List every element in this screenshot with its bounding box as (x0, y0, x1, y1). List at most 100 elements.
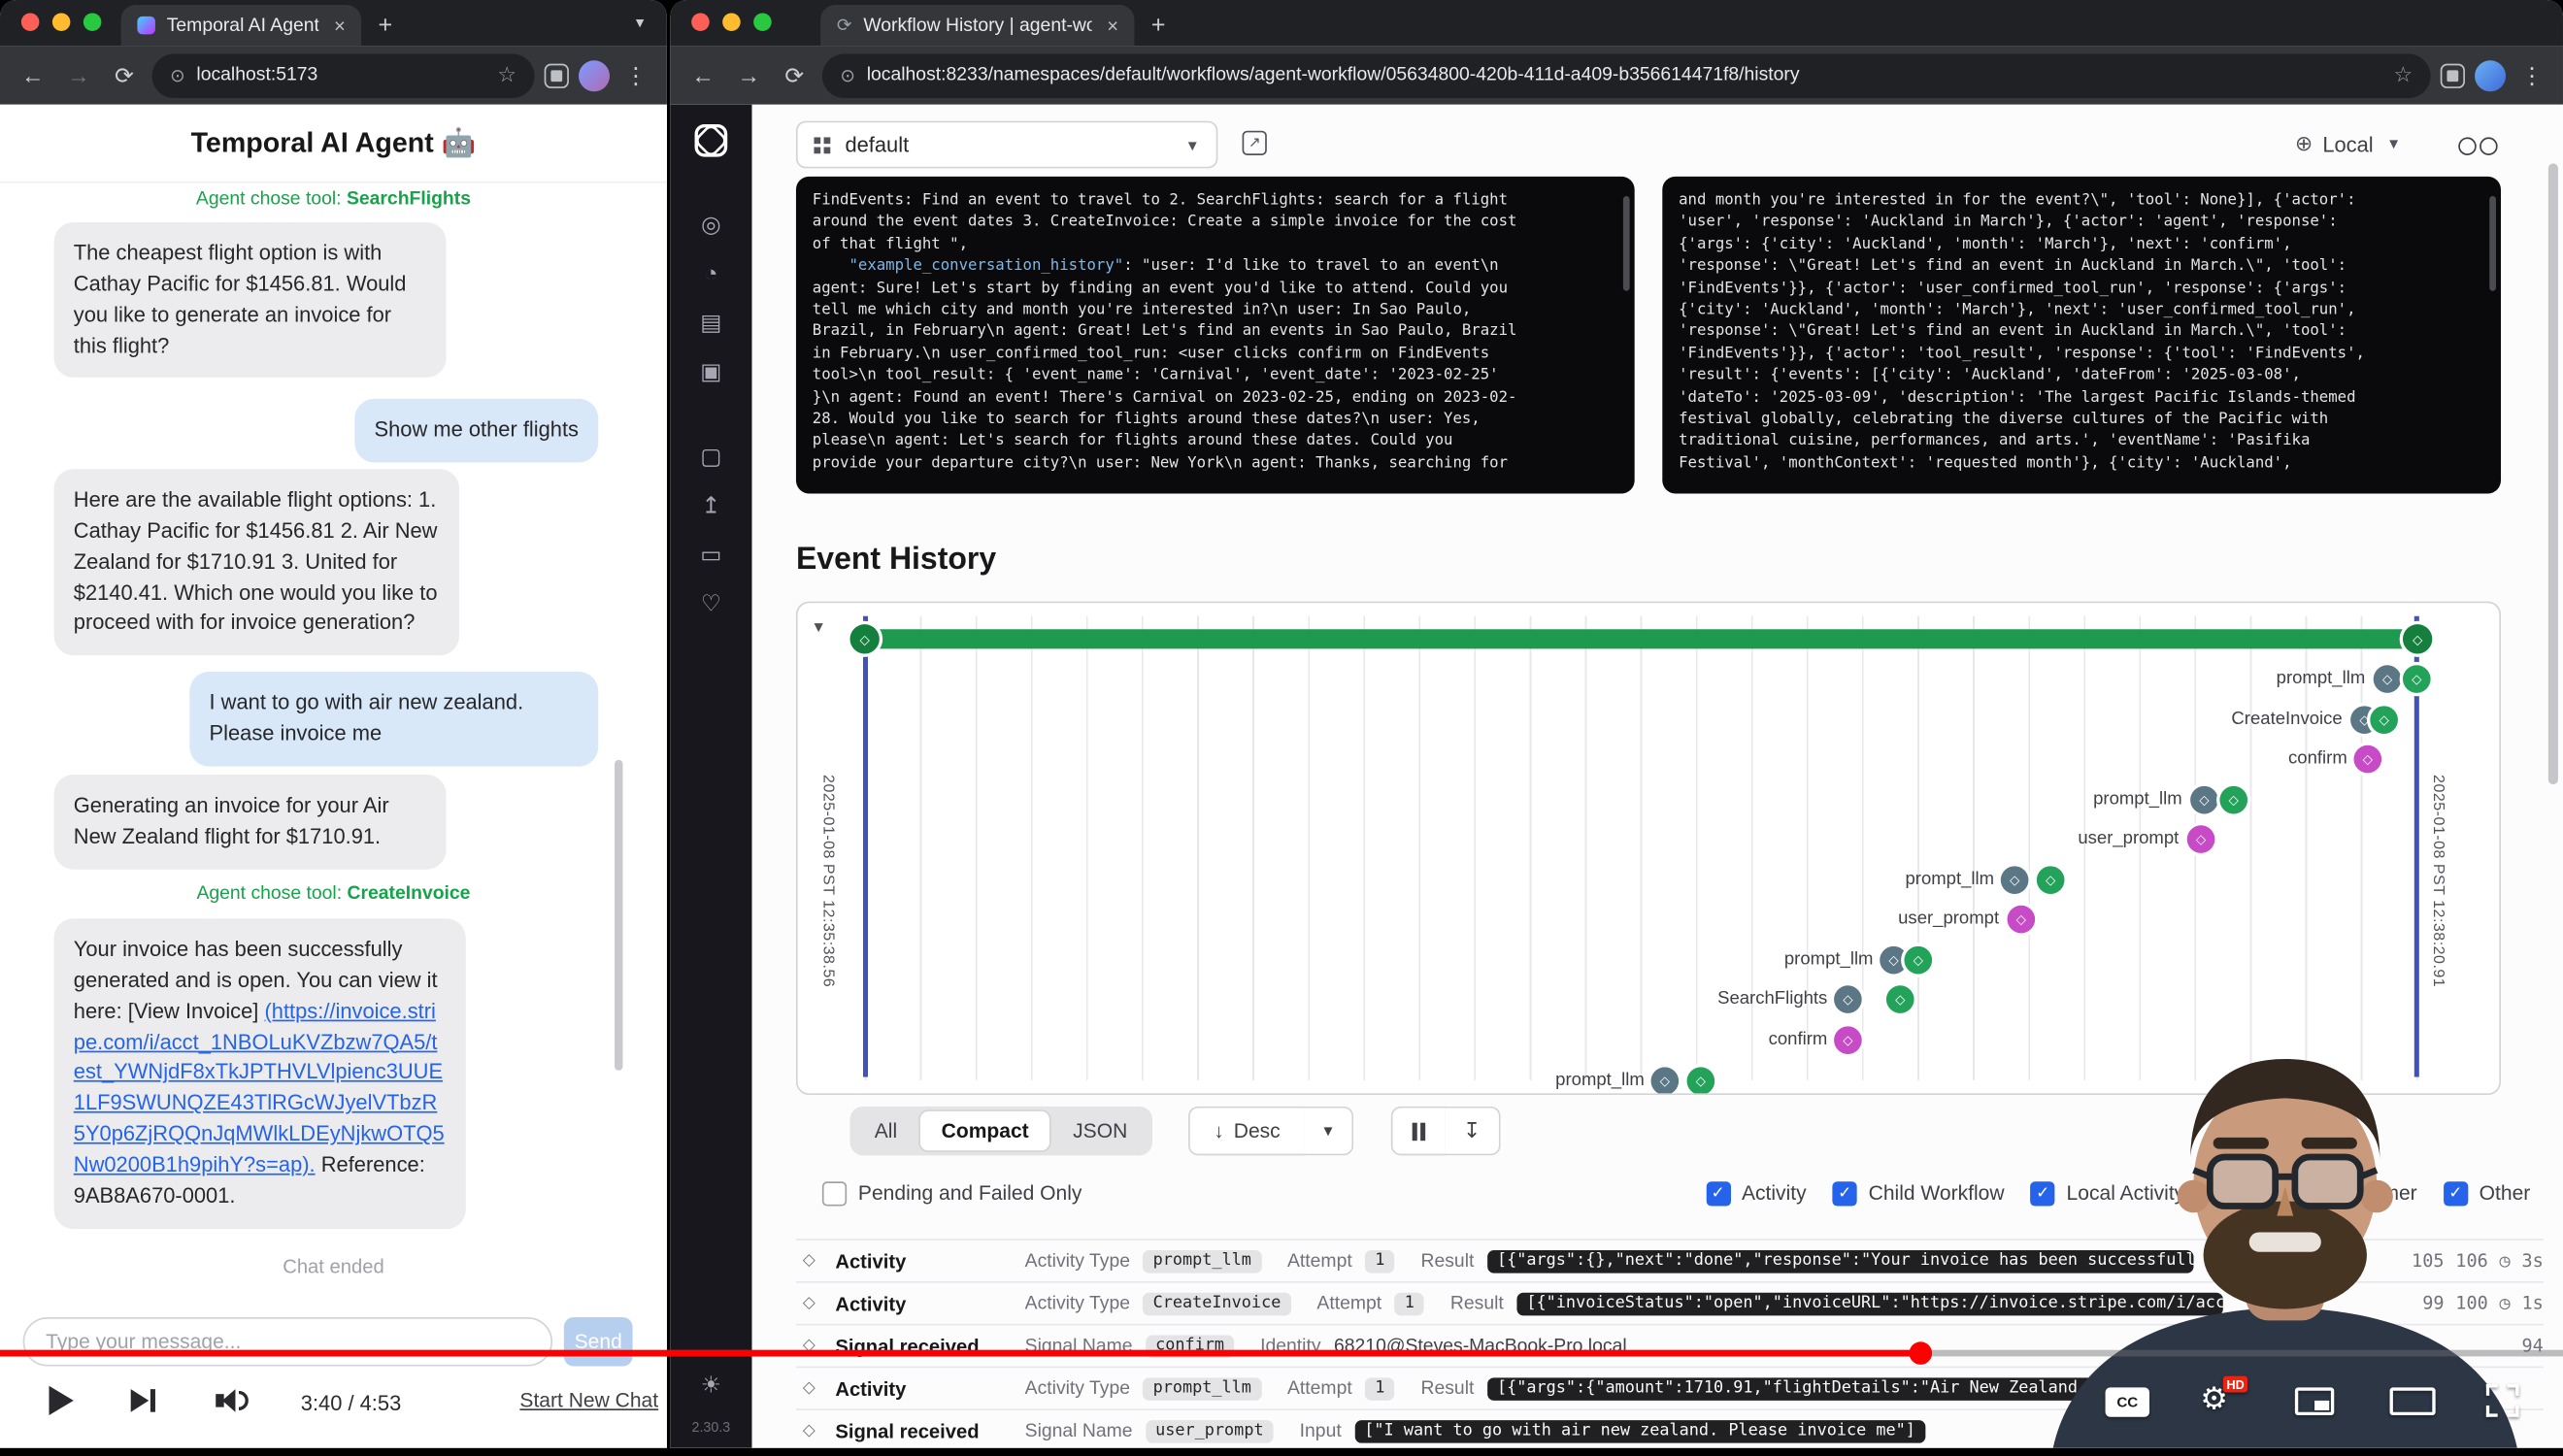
view-all-tab[interactable]: All (853, 1109, 918, 1152)
traffic-lights[interactable] (670, 13, 791, 46)
chat-scrollbar[interactable] (615, 760, 622, 1071)
new-tab-button[interactable]: + (362, 12, 409, 46)
address-bar[interactable]: ⊙ localhost:5173 ☆ (152, 53, 535, 97)
sort-menu-chevron[interactable]: ▼ (1305, 1107, 1354, 1156)
traffic-lights[interactable] (0, 13, 121, 46)
pending-failed-filter[interactable]: Pending and Failed Only (822, 1180, 1082, 1205)
checkbox-unchecked[interactable] (822, 1180, 847, 1205)
activity-end-icon[interactable] (1886, 985, 1914, 1013)
activity-end-icon[interactable] (1904, 946, 1932, 975)
workflows-icon[interactable]: ◎ (701, 199, 721, 248)
signal-icon[interactable] (2008, 906, 2036, 934)
filter-activity[interactable]: Activity (1706, 1180, 1807, 1205)
extensions-icon[interactable] (2441, 63, 2465, 87)
cluster-select[interactable]: ⊕ Local ▼ (2295, 131, 2401, 157)
open-in-new-icon[interactable]: ↗ (1243, 131, 1267, 155)
activity-end-icon[interactable] (1687, 1067, 1715, 1095)
view-json-tab[interactable]: JSON (1051, 1109, 1148, 1152)
schedules-icon[interactable]: ◔ (704, 248, 717, 298)
signal-icon[interactable] (2187, 825, 2215, 853)
play-button[interactable] (50, 1386, 74, 1415)
bookmark-star-icon[interactable]: ☆ (2393, 62, 2413, 88)
timeline-event[interactable]: prompt_llm (798, 946, 2500, 975)
download-history-button[interactable]: ↧ (1445, 1107, 1500, 1156)
archival-icon[interactable]: ▣ (700, 347, 721, 396)
profile-avatar[interactable] (2475, 59, 2506, 90)
close-window-button[interactable] (691, 13, 710, 31)
theme-toggle-icon[interactable]: ☀ (701, 1360, 721, 1409)
zoom-window-button[interactable] (753, 13, 772, 31)
reload-icon[interactable]: ⟳ (777, 61, 813, 89)
back-icon[interactable]: ← (684, 62, 720, 88)
expand-row-icon[interactable] (796, 1379, 822, 1398)
start-new-chat-link[interactable]: Start New Chat (519, 1389, 658, 1412)
next-button[interactable] (131, 1389, 155, 1412)
panel-scrollbar[interactable] (1623, 196, 1630, 291)
timeline-event[interactable]: user_prompt (798, 906, 2500, 934)
workflow-input-panel[interactable]: FindEvents: Find an event to travel to 2… (796, 177, 1635, 494)
activity-start-icon[interactable] (2374, 665, 2402, 693)
workflow-duration-bar[interactable] (865, 629, 2417, 648)
activity-start-icon[interactable] (1834, 985, 1862, 1013)
expand-row-icon[interactable] (796, 1294, 822, 1312)
timeline-event[interactable]: user_prompt (798, 825, 2500, 853)
captions-button[interactable]: CC (2106, 1387, 2149, 1416)
forward-icon[interactable]: → (731, 62, 767, 88)
tab-search-icon[interactable]: ▾ (636, 15, 667, 46)
signal-icon[interactable] (1834, 1026, 1862, 1054)
fullscreen-button[interactable] (2486, 1384, 2519, 1417)
activity-start-icon[interactable] (2190, 786, 2218, 814)
checkbox-checked[interactable] (1833, 1180, 1857, 1205)
address-bar[interactable]: ⊙ localhost:8233/namespaces/default/work… (822, 53, 2431, 97)
timeline-event[interactable]: prompt_llm (798, 866, 2500, 894)
site-settings-icon[interactable]: ⊙ (840, 65, 855, 86)
activity-end-icon[interactable] (2219, 786, 2247, 814)
browser-menu-icon[interactable]: ⋮ (619, 61, 652, 89)
send-button[interactable]: Send (564, 1317, 633, 1367)
workflow-end-icon[interactable] (2403, 624, 2432, 653)
video-scrubber[interactable] (1910, 1341, 1933, 1365)
page-scrollbar[interactable] (2548, 163, 2558, 784)
profile-avatar[interactable] (579, 59, 610, 90)
message-input[interactable] (23, 1317, 553, 1367)
invoice-link[interactable]: (https://invoice.stripe.com/i/acct_1NBOL… (74, 998, 445, 1176)
reload-icon[interactable]: ⟳ (106, 61, 142, 89)
namespace-select[interactable]: default ▼ (796, 121, 1217, 169)
activity-start-icon[interactable] (1651, 1067, 1680, 1095)
activity-end-icon[interactable] (2370, 706, 2398, 734)
view-compact-tab[interactable]: Compact (918, 1109, 1051, 1152)
activity-start-icon[interactable] (2001, 866, 2029, 894)
tab-close-icon[interactable]: × (334, 14, 346, 37)
checkbox-checked[interactable] (1706, 1180, 1730, 1205)
panel-scrollbar[interactable] (2489, 196, 2496, 291)
expand-row-icon[interactable] (796, 1252, 822, 1271)
timeline-event[interactable]: confirm (798, 745, 2500, 774)
bookmark-star-icon[interactable]: ☆ (497, 62, 516, 88)
new-tab-button[interactable]: + (1135, 12, 1182, 46)
minimize-window-button[interactable] (722, 13, 741, 31)
pause-updates-button[interactable] (1391, 1107, 1447, 1156)
workflow-start-icon[interactable] (850, 624, 880, 653)
zoom-window-button[interactable] (83, 13, 102, 31)
tab-workflow-history[interactable]: ⟳ Workflow History | agent-wor × (820, 5, 1135, 46)
import-icon[interactable]: ↥ (702, 480, 721, 530)
tab-close-icon[interactable]: × (1107, 14, 1118, 37)
activity-end-icon[interactable] (2037, 866, 2065, 894)
temporal-logo-icon[interactable] (695, 124, 728, 157)
timeline-event[interactable]: CreateInvoice (798, 706, 2500, 734)
miniplayer-button[interactable] (2295, 1387, 2334, 1415)
timeline-event[interactable]: prompt_llm (798, 665, 2500, 693)
video-progress-bar[interactable] (0, 1350, 2563, 1357)
settings-gear-icon[interactable]: ⚙HD (2200, 1381, 2228, 1419)
volume-icon[interactable] (216, 1389, 249, 1412)
workflow-result-panel[interactable]: and month you're interested in for the e… (1662, 177, 2501, 494)
codec-icon[interactable]: ▢ (700, 431, 721, 480)
sort-desc-button[interactable]: Desc (1188, 1107, 1306, 1156)
timeline-event[interactable]: prompt_llm (798, 786, 2500, 814)
theater-mode-button[interactable] (2390, 1387, 2436, 1415)
back-icon[interactable]: ← (15, 62, 50, 88)
feedback-heart-icon[interactable]: ♡ (701, 579, 721, 628)
expand-row-icon[interactable] (796, 1422, 822, 1440)
filter-child-workflow[interactable]: Child Workflow (1833, 1180, 2005, 1205)
site-settings-icon[interactable]: ⊙ (170, 65, 185, 86)
